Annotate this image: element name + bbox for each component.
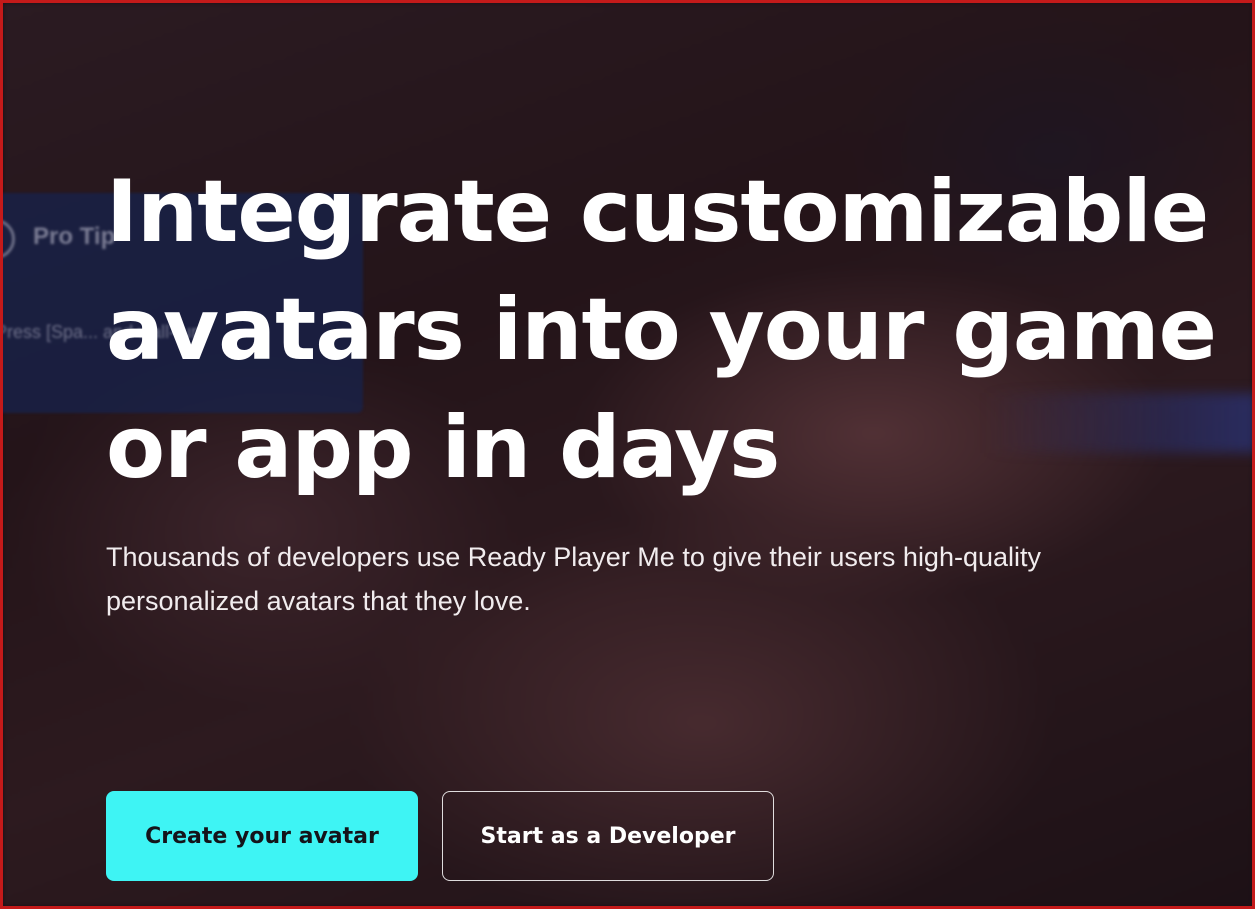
exclamation-icon: ! xyxy=(3,219,15,259)
hero-subtitle: Thousands of developers use Ready Player… xyxy=(106,542,1042,616)
protip-title: Pro Tip xyxy=(33,223,116,250)
start-developer-button[interactable]: Start as a Developer xyxy=(442,791,774,881)
create-avatar-button[interactable]: Create your avatar xyxy=(106,791,418,881)
hero-actions: Create your avatar Start as a Developer xyxy=(106,791,774,881)
hero-headline: Integrate customizable avatars into your… xyxy=(106,162,1217,498)
hero-content: Integrate customizable avatars into your… xyxy=(106,153,1236,623)
page-frame: ! Pro Tip Press [Spa... and wall-run Int… xyxy=(0,0,1255,909)
